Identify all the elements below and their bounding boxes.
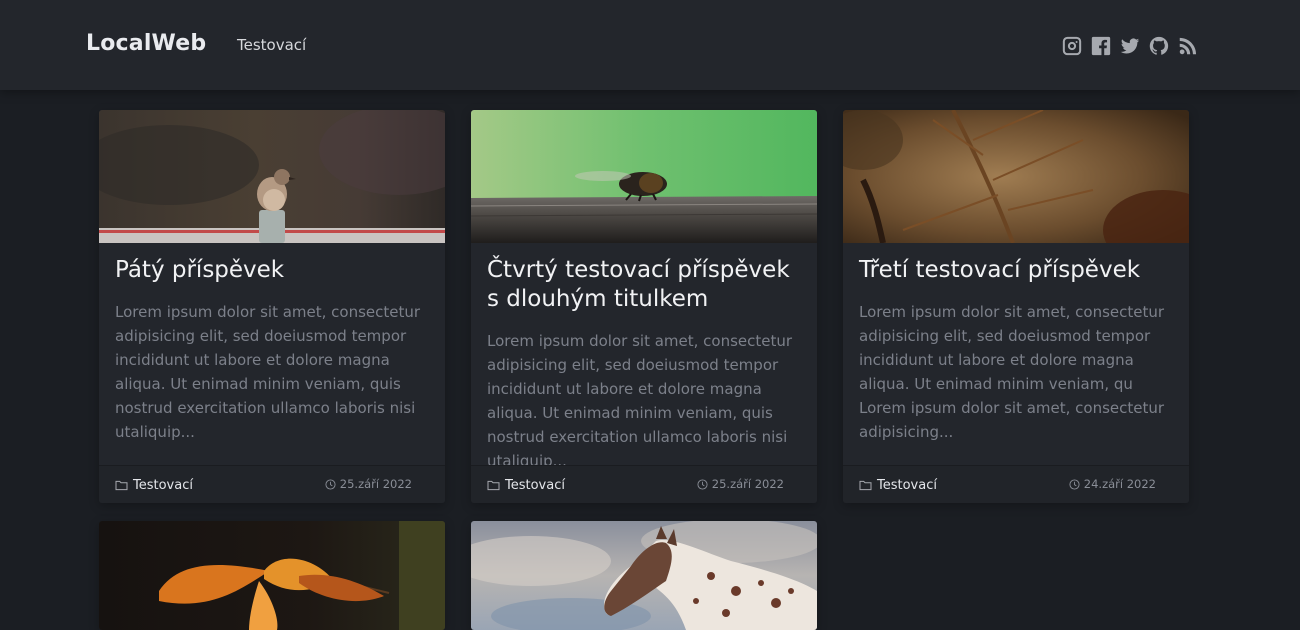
post-excerpt: Lorem ipsum dolor sit amet, consectetur … bbox=[859, 303, 1165, 441]
post-category-link[interactable]: Testovací bbox=[487, 478, 565, 493]
post-title[interactable]: Třetí testovací příspěvek bbox=[859, 256, 1177, 285]
post-category-link[interactable]: Testovací bbox=[115, 478, 193, 493]
post-thumbnail-bee[interactable] bbox=[471, 110, 817, 243]
clock-icon bbox=[697, 478, 708, 490]
post-category-label: Testovací bbox=[877, 478, 937, 493]
post-date: 25.září 2022 bbox=[697, 477, 784, 491]
post-excerpt: Lorem ipsum dolor sit amet, consectetur … bbox=[487, 332, 793, 470]
post-thumbnail-autumn-leaf[interactable] bbox=[99, 521, 445, 630]
post-date-label: 24.září 2022 bbox=[1083, 477, 1156, 491]
post-footer: Testovací 25.září 2022 bbox=[99, 465, 445, 503]
post-card[interactable] bbox=[99, 521, 445, 630]
post-thumbnail-leaf[interactable] bbox=[843, 110, 1189, 243]
post-thumbnail-bird[interactable] bbox=[99, 110, 445, 243]
post-footer: Testovací 24.září 2022 bbox=[843, 465, 1189, 503]
rss-icon[interactable] bbox=[1177, 35, 1199, 57]
navbar: LocalWeb Testovací bbox=[0, 0, 1300, 90]
post-category-label: Testovací bbox=[505, 478, 565, 493]
post-date: 24.září 2022 bbox=[1069, 477, 1156, 491]
post-card[interactable]: Čtvrtý testovací příspěvek s dlouhým tit… bbox=[471, 110, 817, 503]
post-category-label: Testovací bbox=[133, 478, 193, 493]
post-title[interactable]: Pátý příspěvek bbox=[115, 256, 433, 285]
post-date-label: 25.září 2022 bbox=[339, 477, 412, 491]
post-card[interactable] bbox=[471, 521, 817, 630]
facebook-icon[interactable] bbox=[1090, 35, 1112, 57]
post-date: 25.září 2022 bbox=[325, 477, 412, 491]
clock-icon bbox=[1069, 478, 1080, 490]
post-thumbnail-horse[interactable] bbox=[471, 521, 817, 630]
brand-logo[interactable]: LocalWeb bbox=[86, 31, 206, 56]
post-date-label: 25.září 2022 bbox=[711, 477, 784, 491]
post-title[interactable]: Čtvrtý testovací příspěvek s dlouhým tit… bbox=[487, 256, 805, 314]
nav-link-testovaci[interactable]: Testovací bbox=[237, 36, 306, 54]
post-card[interactable]: Třetí testovací příspěvek Lorem ipsum do… bbox=[843, 110, 1189, 503]
instagram-icon[interactable] bbox=[1061, 35, 1083, 57]
post-footer: Testovací 25.září 2022 bbox=[471, 465, 817, 503]
github-icon[interactable] bbox=[1148, 35, 1170, 57]
folder-icon bbox=[487, 480, 500, 491]
clock-icon bbox=[325, 478, 336, 490]
folder-icon bbox=[115, 480, 128, 491]
folder-icon bbox=[859, 480, 872, 491]
post-category-link[interactable]: Testovací bbox=[859, 478, 937, 493]
twitter-icon[interactable] bbox=[1119, 35, 1141, 57]
post-excerpt: Lorem ipsum dolor sit amet, consectetur … bbox=[115, 303, 421, 441]
post-card[interactable]: Pátý příspěvek Lorem ipsum dolor sit ame… bbox=[99, 110, 445, 503]
